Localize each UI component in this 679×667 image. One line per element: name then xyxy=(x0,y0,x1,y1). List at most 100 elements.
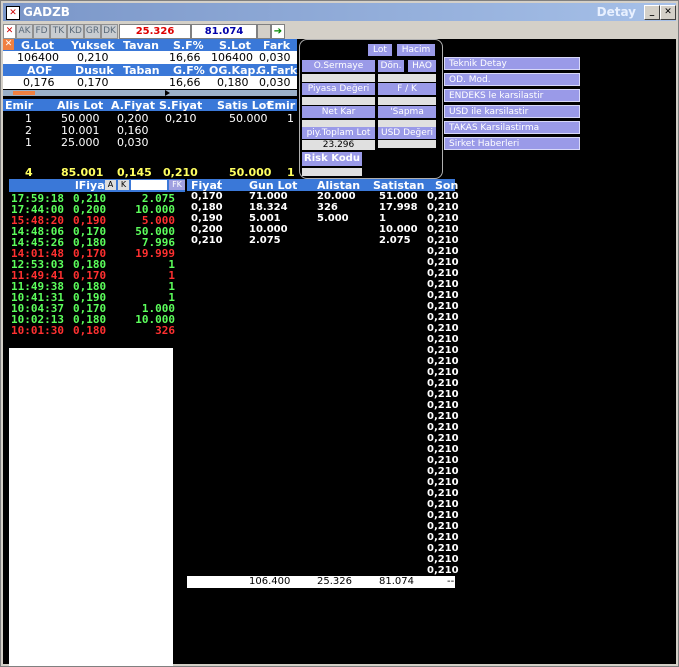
piyasa-degeri-button[interactable]: Piyasa Değeri xyxy=(302,83,375,95)
son-cell: 0,210 xyxy=(427,543,459,554)
close-icon[interactable]: ✕ xyxy=(660,5,676,20)
son-cell: 0,210 xyxy=(427,224,459,235)
price-dist-rows: 0,170 71.000 20.000 51.000 0,180 18.324 326 17.… xyxy=(187,191,455,251)
table-row[interactable]: 0,180 18.324 326 17.998 xyxy=(187,202,427,213)
trade-row[interactable]: 15:48:20 0,190 5.000 xyxy=(11,214,175,227)
trade-row[interactable]: 11:49:38 0,180 1 xyxy=(11,280,175,293)
son-cell: 0,210 xyxy=(427,202,459,213)
minimize-icon[interactable]: _ xyxy=(644,5,660,20)
window-right-title: Detay xyxy=(596,5,636,19)
trade-row[interactable]: 14:45:26 0,180 7.996 xyxy=(11,236,175,249)
son-cell: 0,210 xyxy=(427,246,459,257)
split-slider[interactable] xyxy=(3,90,297,96)
son-cell: 0,210 xyxy=(427,455,459,466)
value-dusuk: 0,170 xyxy=(77,76,109,89)
quote-close-icon[interactable]: ✕ xyxy=(3,39,14,50)
toolbar: ✕ AK FD TK KD GR DK 25.326 81.074 ➔ xyxy=(3,23,676,39)
value-gf: 16,66 xyxy=(169,76,201,89)
son-cell: 0,210 xyxy=(427,268,459,279)
trade-row[interactable]: 17:59:18 0,210 2.075 xyxy=(11,192,175,205)
lot-button[interactable]: Lot xyxy=(368,44,392,56)
sort-a-button[interactable]: A xyxy=(105,180,116,190)
title-bar[interactable]: ✕ GADZB Detay _ ✕ xyxy=(3,3,676,21)
col-satis-lot: Satis Lot xyxy=(217,99,272,112)
total-cell: 0,145 xyxy=(117,166,152,179)
trade-row[interactable]: 10:41:31 0,190 1 xyxy=(11,291,175,304)
sort-k-button[interactable]: K xyxy=(118,180,129,190)
tool-button-gr[interactable]: GR xyxy=(84,24,101,39)
total-cell: 4 xyxy=(25,166,33,179)
total-son: -- xyxy=(447,576,455,587)
o-sermaye-button[interactable]: O.Sermaye xyxy=(302,60,375,72)
fk-toggle-button[interactable]: FK xyxy=(169,180,185,190)
price-dist-cell: 5.001 xyxy=(249,213,281,224)
total-cell: 1 xyxy=(287,166,295,179)
hacim-button[interactable]: Hacim xyxy=(397,44,435,56)
sort-icon[interactable]: / xyxy=(217,179,220,190)
price-dist-cell: 10.000 xyxy=(249,224,288,235)
trade-row[interactable]: 14:48:06 0,170 50.000 xyxy=(11,225,175,238)
son-cell: 0,210 xyxy=(427,488,459,499)
trades-filter-input[interactable] xyxy=(131,180,167,190)
value-sf: 16,66 xyxy=(169,51,201,64)
price-dist-totals: 106.400 25.326 81.074 -- xyxy=(187,576,455,588)
trade-row[interactable]: 12:53:03 0,180 1 xyxy=(11,258,175,271)
tool-button-kd[interactable]: KD xyxy=(67,24,84,39)
menu-item-teknik-detay[interactable]: Teknik Detay xyxy=(444,57,580,70)
tool-button-fd[interactable]: FD xyxy=(33,24,50,39)
tool-button-ak[interactable]: AK xyxy=(16,24,33,39)
risk-kodu-value xyxy=(302,168,362,176)
table-row[interactable]: 2 10.001 0,160 xyxy=(3,124,297,137)
net-kar-button[interactable]: Net Kar xyxy=(302,106,375,118)
hao-button[interactable]: HAO xyxy=(408,60,436,72)
tool-button-tk[interactable]: TK xyxy=(50,24,67,39)
table-row[interactable]: 1 25.000 0,030 xyxy=(3,136,297,149)
slider-handle[interactable] xyxy=(13,91,35,95)
trade-row[interactable]: 10:01:30 0,180 326 xyxy=(11,324,175,337)
quote-header-row1: ✕ G.Lot Yuksek Tavan S.F% S.Lot Fark xyxy=(3,39,297,52)
price-dist-cell: 2.075 xyxy=(379,235,411,246)
trade-row[interactable]: 14:01:48 0,170 19.999 xyxy=(11,247,175,260)
table-row[interactable]: 0,200 10.000 10.000 xyxy=(187,224,427,235)
toolbar-close-icon[interactable]: ✕ xyxy=(3,24,16,39)
value-gfark: 0,030 xyxy=(259,76,291,89)
tool-button-dk[interactable]: DK xyxy=(101,24,118,39)
depth-cell: 1 xyxy=(25,136,32,149)
table-row[interactable]: 0,190 5.001 5.000 1 xyxy=(187,213,427,224)
table-row[interactable]: 0,210 2.075 2.075 xyxy=(187,235,427,246)
son-cell: 0,210 xyxy=(427,400,459,411)
son-cell: 0,210 xyxy=(427,466,459,477)
col-sfiyat: S.Fiyat xyxy=(159,99,203,112)
risk-kodu-button[interactable]: Risk Kodu xyxy=(302,152,362,166)
value-fark: 0,030 xyxy=(259,51,291,64)
son-cell: 0,210 xyxy=(427,257,459,268)
sapma-button[interactable]: 'Sapma xyxy=(378,106,436,118)
dropdown-button[interactable] xyxy=(257,24,271,39)
table-row[interactable]: 0,170 71.000 20.000 51.000 xyxy=(187,191,427,202)
trade-row[interactable]: 10:02:13 0,180 10.000 xyxy=(11,313,175,326)
son-cell: 0,210 xyxy=(427,290,459,301)
trade-row[interactable]: 10:04:37 0,170 1.000 xyxy=(11,302,175,315)
son-cell: 0,210 xyxy=(427,444,459,455)
son-cell: 0,210 xyxy=(427,433,459,444)
menu-item-od-mod[interactable]: OD. Mod. xyxy=(444,73,580,86)
trade-row[interactable]: 11:49:41 0,170 1 xyxy=(11,269,175,282)
table-row[interactable]: 1 50.000 0,200 0,210 50.000 1 xyxy=(3,112,297,125)
son-cell: 0,210 xyxy=(427,532,459,543)
menu-item-sirket-haberleri[interactable]: Sirket Haberleri xyxy=(444,137,580,150)
usd-degeri-button[interactable]: USD Değeri xyxy=(378,127,436,139)
app-icon[interactable]: ✕ xyxy=(6,6,20,20)
son-cell: 0,210 xyxy=(427,367,459,378)
go-arrow-icon[interactable]: ➔ xyxy=(271,24,285,39)
menu-item-usd[interactable]: USD ile karsilastir xyxy=(444,105,580,118)
menu-item-takas[interactable]: TAKAS Karsilastirma xyxy=(444,121,580,134)
o-sermaye-value xyxy=(302,74,375,82)
total-satistan: 81.074 xyxy=(379,576,414,587)
fk-button[interactable]: F / K xyxy=(378,83,436,95)
menu-item-endeks[interactable]: ENDEKS le karsilastir xyxy=(444,89,580,102)
don-button[interactable]: Dön. xyxy=(378,60,404,72)
son-cell: 0,210 xyxy=(427,323,459,334)
trade-row[interactable]: 17:44:00 0,200 10.000 xyxy=(11,203,175,216)
client-area: ✕ AK FD TK KD GR DK 25.326 81.074 ➔ ✕ G.… xyxy=(3,23,676,666)
piy-toplam-lot-button[interactable]: piy.Toplam Lot xyxy=(302,127,375,139)
